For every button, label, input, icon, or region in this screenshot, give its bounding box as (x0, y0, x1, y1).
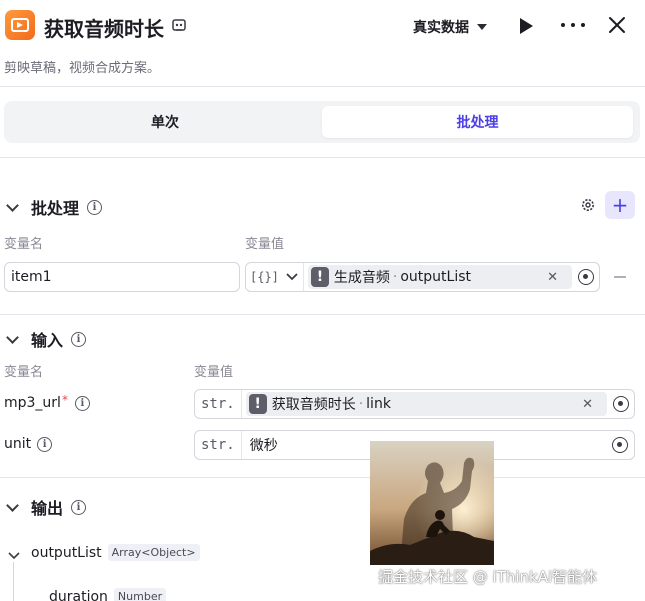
play-icon[interactable] (520, 18, 533, 34)
input-section-title: 输入 (31, 331, 64, 350)
info-icon[interactable]: i (87, 199, 103, 215)
type-tag: str. (195, 390, 242, 418)
mp3-url-value-field[interactable]: str. ! 获取音频时长 · link ✕ (194, 389, 635, 419)
output-type-badge: Array<Object> (107, 544, 200, 561)
info-icon[interactable]: i (74, 395, 90, 411)
output-item-duration: duration Number (49, 588, 167, 601)
edit-icon[interactable] (171, 17, 187, 33)
variable-reference-chip[interactable]: ! 获取音频时长 · link ✕ (245, 392, 607, 416)
batch-variable-name-input[interactable]: item1 (4, 262, 240, 292)
type-tag: str. (195, 431, 242, 459)
chevron-down-icon (6, 330, 19, 344)
remove-icon[interactable] (614, 276, 626, 278)
input-section-header[interactable]: 输入 i (6, 327, 87, 351)
output-type-badge: Number (113, 588, 167, 601)
batch-section-title: 批处理 (31, 199, 80, 218)
param-name: unit (4, 436, 32, 452)
mode-tabs: 单次 批处理 (4, 101, 640, 143)
input-param-unit: unit i (4, 436, 53, 452)
output-name: outputList (31, 544, 102, 561)
array-type-selector[interactable]: [{}] (246, 263, 304, 291)
divider (0, 157, 645, 158)
variable-picker-icon[interactable] (613, 396, 629, 412)
output-section-title: 输出 (31, 499, 64, 518)
divider (0, 86, 645, 87)
batch-variable-value-field[interactable]: [{}] ! 生成音频 · outputList ✕ (245, 262, 600, 292)
chevron-down-icon (477, 24, 487, 30)
clear-icon[interactable]: ✕ (582, 397, 593, 412)
ref-separator: · (358, 396, 364, 412)
chevron-down-icon (286, 273, 298, 281)
data-mode-label: 真实数据 (413, 20, 469, 36)
column-label-value: 变量值 (245, 237, 285, 252)
plus-icon: + (611, 193, 629, 217)
tab-single[interactable]: 单次 (8, 106, 322, 138)
column-label-name: 变量名 (4, 237, 44, 252)
data-mode-select[interactable]: 真实数据 (413, 17, 487, 37)
output-section-header[interactable]: 输出 i (6, 495, 87, 519)
array-type-label: [{}] (250, 270, 279, 284)
warning-icon: ! (248, 394, 267, 414)
input-param-mp3-url: mp3_url * i (4, 393, 90, 411)
tree-line (13, 562, 14, 601)
divider (0, 314, 645, 315)
more-icon[interactable] (561, 17, 585, 33)
ref-node-name: 生成音频 (333, 270, 390, 286)
tree-toggle[interactable] (8, 545, 20, 560)
output-item-outputlist: outputList Array<Object> (31, 544, 200, 561)
column-label-name: 变量名 (4, 365, 44, 380)
node-title: 获取音频时长 (44, 17, 164, 41)
info-icon[interactable]: i (71, 331, 87, 347)
info-icon[interactable]: i (37, 436, 53, 452)
warning-icon: ! (310, 267, 329, 287)
ref-separator: · (392, 269, 398, 285)
output-name: duration (49, 588, 108, 601)
gear-icon[interactable] (580, 197, 596, 213)
unit-value: 微秒 (249, 438, 278, 454)
chevron-down-icon (8, 552, 20, 560)
variable-picker-icon[interactable] (578, 269, 594, 285)
watermark-text: 掘金技术社区 @ iThinkAi智能体 (378, 568, 598, 586)
info-icon[interactable]: i (71, 499, 87, 515)
overlay-photo (370, 441, 494, 565)
add-batch-variable-button[interactable]: + (605, 191, 635, 219)
batch-section-header[interactable]: 批处理 i (6, 195, 103, 219)
ref-field-name: link (366, 396, 391, 412)
chevron-down-icon (6, 198, 19, 212)
param-name: mp3_url (4, 395, 61, 411)
node-description: 剪映草稿，视频合成方案。 (4, 61, 161, 76)
clear-icon[interactable]: ✕ (547, 270, 558, 285)
ref-field-name: outputList (400, 269, 472, 285)
divider (0, 477, 645, 478)
variable-reference-chip[interactable]: ! 生成音频 · outputList ✕ (307, 265, 572, 289)
app-icon (5, 10, 35, 40)
column-label-value: 变量值 (194, 365, 234, 380)
ref-node-name: 获取音频时长 (271, 397, 356, 413)
chevron-down-icon (6, 498, 19, 512)
required-mark: * (61, 393, 68, 407)
batch-variable-name-value: item1 (11, 269, 52, 285)
variable-picker-icon[interactable] (612, 437, 628, 453)
close-icon[interactable] (607, 15, 627, 35)
tab-batch[interactable]: 批处理 (322, 106, 633, 138)
